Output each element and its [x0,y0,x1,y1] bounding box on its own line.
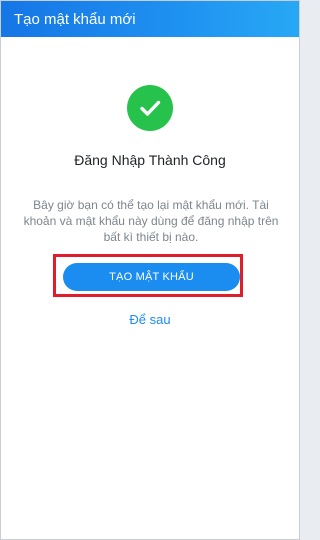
app-frame: Tạo mật khẩu mới Đăng Nhập Thành Công Bâ… [0,0,300,540]
success-description: Bây giờ bạn có thể tạo lại mật khẩu mới.… [23,198,279,244]
success-title: Đăng Nhập Thành Công [74,152,226,168]
app-header: Tạo mật khẩu mới [1,1,299,37]
create-password-label: TẠO MẬT KHẨU [109,271,194,283]
main-content: Đăng Nhập Thành Công Bây giờ bạn có thể … [1,37,299,539]
later-link[interactable]: Để sau [1,312,299,327]
page-title: Tạo mật khẩu mới [14,10,136,28]
create-password-button[interactable]: TẠO MẬT KHẨU [63,263,240,291]
check-circle-icon [127,85,173,131]
